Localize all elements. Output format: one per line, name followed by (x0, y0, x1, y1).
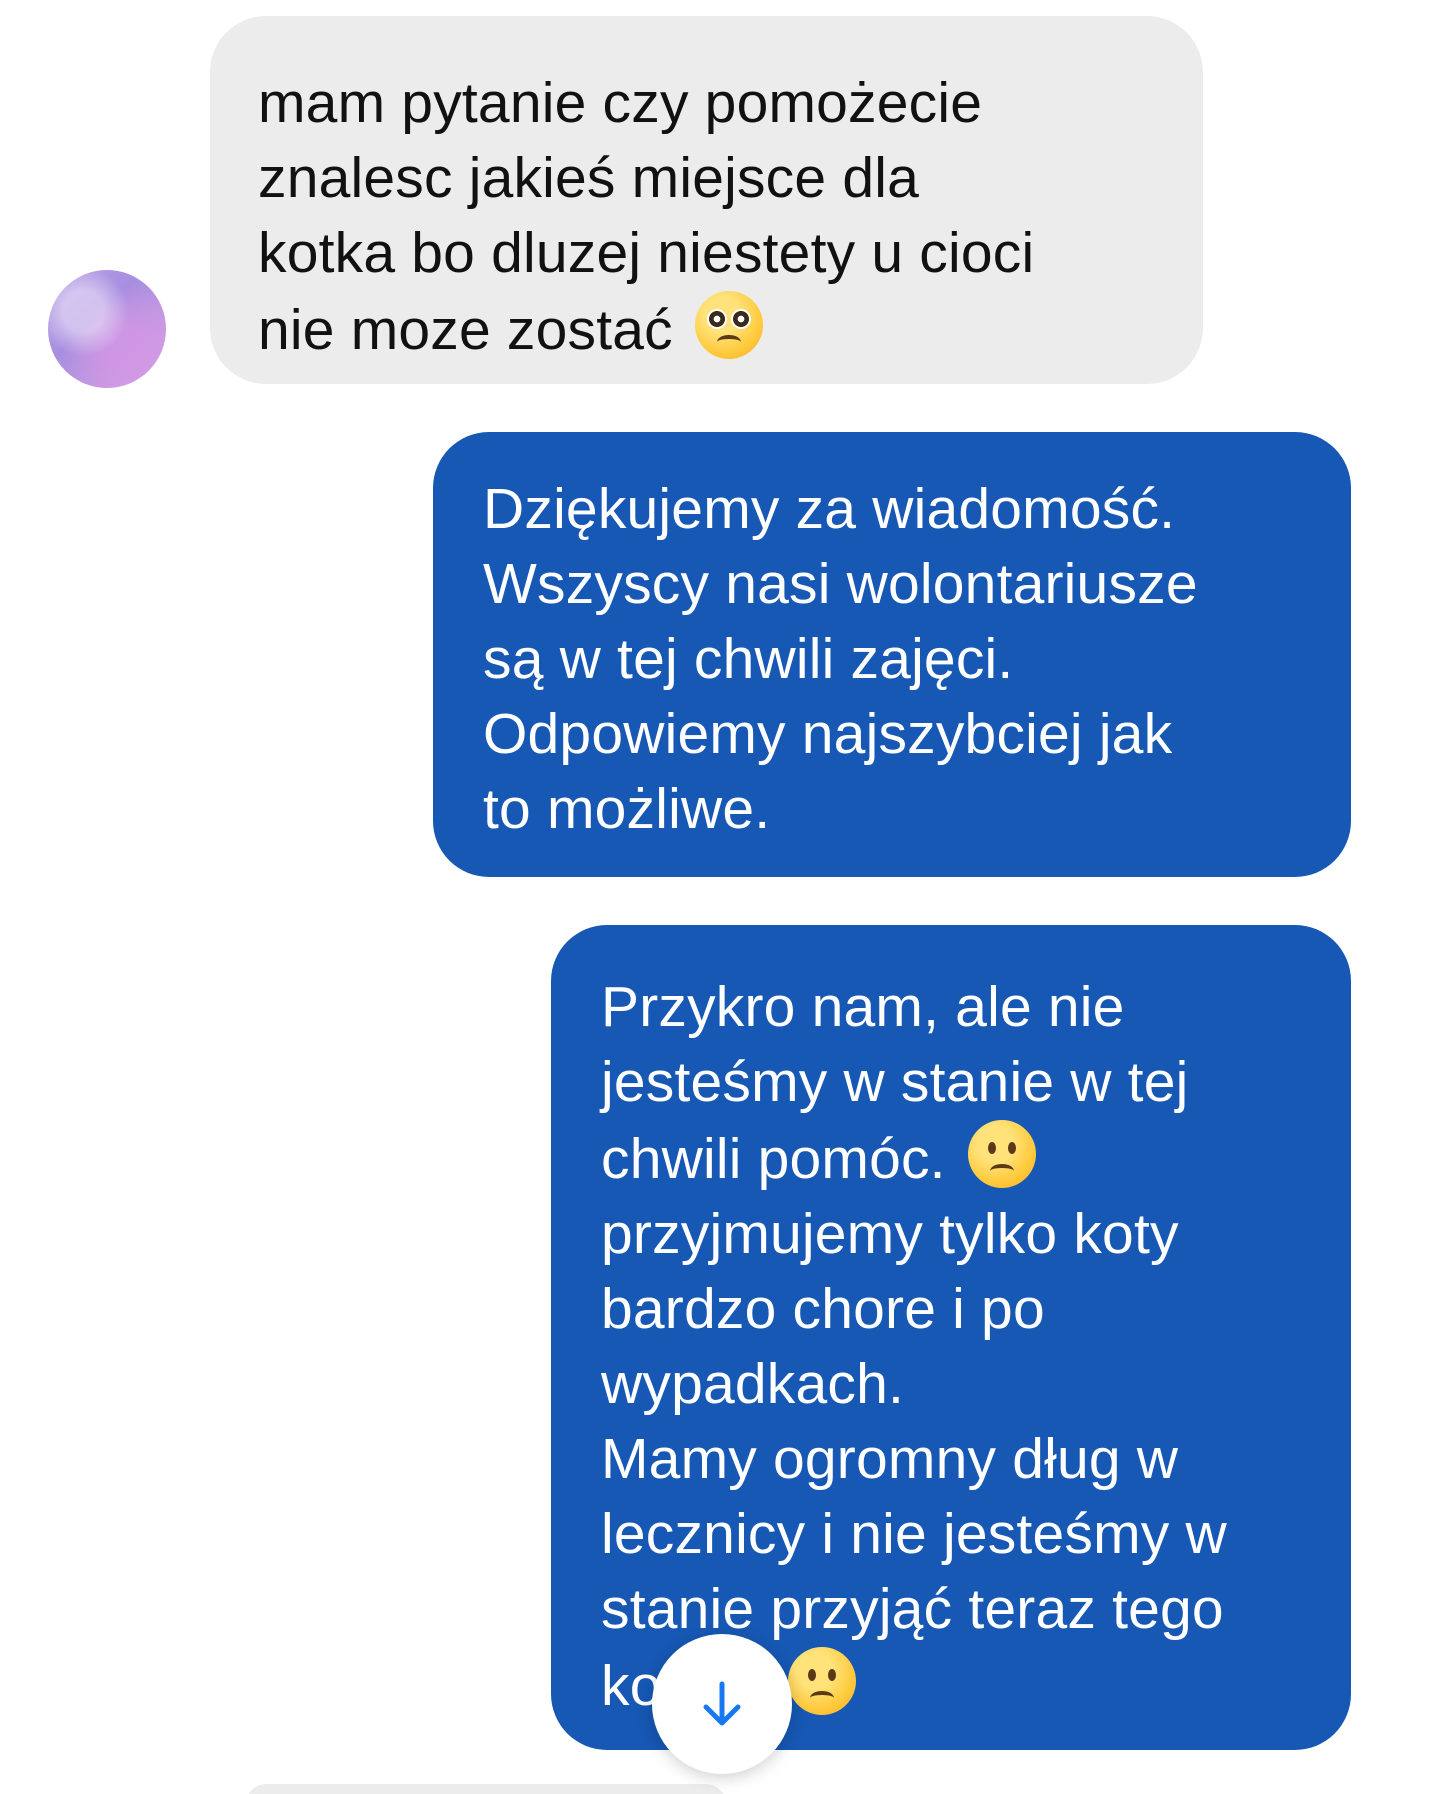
outgoing-message-text-part1: Przykro nam, ale nie jesteśmy w stanie w… (601, 975, 1189, 1191)
outgoing-message-text: Dziękujemy za wiadomość. Wszyscy nasi wo… (483, 477, 1198, 841)
pleading-face-icon (694, 291, 763, 359)
outgoing-message-reply[interactable]: Przykro nam, ale nie jesteśmy w stanie w… (551, 925, 1351, 1750)
scroll-to-bottom-button[interactable] (652, 1634, 792, 1774)
slightly-frowning-face-icon (967, 1120, 1036, 1188)
slightly-frowning-face-icon (787, 1647, 856, 1715)
outgoing-message-auto-reply[interactable]: Dziękujemy za wiadomość. Wszyscy nasi wo… (433, 432, 1351, 877)
next-message-bubble (246, 1784, 726, 1794)
contact-avatar[interactable] (48, 270, 166, 388)
arrow-down-icon (703, 1681, 741, 1726)
incoming-message[interactable]: mam pytanie czy pomożecie znalesc jakieś… (210, 16, 1203, 384)
incoming-message-text: mam pytanie czy pomożecie znalesc jakieś… (258, 71, 1035, 362)
